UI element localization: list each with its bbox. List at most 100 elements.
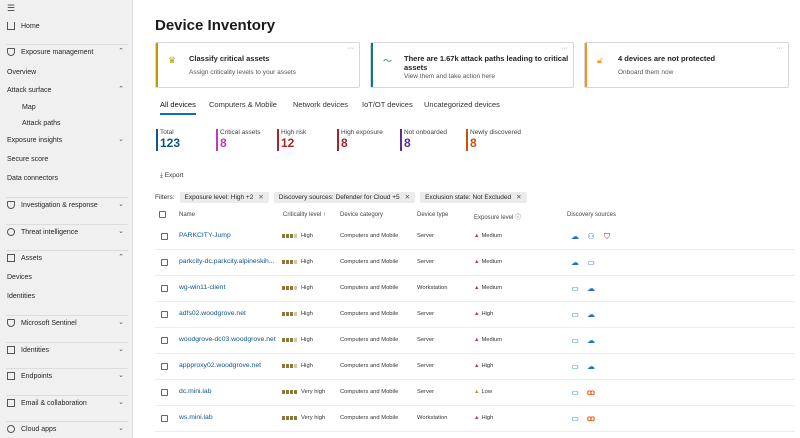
tab-iot-ot-devices[interactable]: IoT/OT devices [362,100,413,109]
hamburger-icon[interactable]: ☰ [7,3,15,14]
row-checkbox[interactable] [161,415,168,422]
device-name-link[interactable]: wg-win11-client [179,284,284,291]
sidebar-item-devices[interactable]: Devices [0,270,132,284]
stat-newly-discovered[interactable]: Newly discovered 8 [466,129,521,151]
stat-critical-assets[interactable]: Critical assets 8 [216,129,260,151]
cloud-icon: ☁ [571,232,579,241]
export-button[interactable]: ⤓ Export [160,172,183,180]
stat-label: High risk [281,129,307,136]
sidebar-item-map[interactable]: Map [0,100,132,114]
more-options-icon[interactable]: ··· [776,45,783,52]
more-options-icon[interactable]: ··· [561,45,568,52]
tab-uncategorized-devices[interactable]: Uncategorized devices [424,100,500,109]
select-all-checkbox[interactable] [159,211,166,218]
stat-high-risk[interactable]: High risk 12 [277,129,306,151]
sidebar-item-data-connectors[interactable]: Data connectors [0,171,132,185]
table-row[interactable]: ws.mini.lab Very high Computers and Mobile… [155,406,795,432]
table-row[interactable]: woodgrove-dc03.woodgrove.net High Computer… [155,328,795,354]
exposure-label: Medium [481,337,503,343]
sidebar-item-cloud-apps[interactable]: Cloud apps ⌄ [0,422,132,436]
chevron-down-icon[interactable]: ⌄ [118,371,124,379]
chevron-up-icon[interactable]: ⌃ [118,47,124,55]
chevron-up-icon[interactable]: ⌃ [118,253,124,261]
row-checkbox[interactable] [161,337,168,344]
stat-high-exposure[interactable]: High exposure 8 [337,129,383,151]
close-icon[interactable]: ✕ [405,193,410,201]
column-exposure-level[interactable]: Exposure level ⓘ [474,212,521,221]
sidebar-item-email-collaboration[interactable]: Email & collaboration ⌄ [0,396,132,410]
filter-chip-exclusion[interactable]: Exclusion state: Not Excluded ✕ [420,191,527,203]
chevron-down-icon[interactable]: ⌄ [118,318,124,326]
sidebar-item-label: Endpoints [21,372,53,380]
table-row[interactable]: wg-win11-client High Computers and Mobile W… [155,276,795,302]
card-title: Classify critical assets [189,54,270,63]
table-row[interactable]: dc.mini.lab Very high Computers and Mobile… [155,380,795,406]
chevron-down-icon[interactable]: ⌄ [118,345,124,353]
device-name-link[interactable]: ws.mini.lab [179,414,284,421]
device-name-link[interactable]: dc.mini.lab [179,388,284,395]
chevron-up-icon[interactable]: ⌃ [118,85,124,93]
row-checkbox[interactable] [161,389,168,396]
sidebar-item-attack-surface[interactable]: Attack surface ⌃ [0,83,132,97]
sidebar-item-assets[interactable]: Assets ⌃ [0,251,132,265]
card-unprotected-devices[interactable]: 🔓︎ 4 devices are not protected Onboard t… [584,42,789,88]
sidebar-item-home[interactable]: Home [0,19,132,33]
sidebar-item-threat-intelligence[interactable]: Threat intelligence ⌄ [0,225,132,239]
device-name-link[interactable]: PARKCITY-Jump [179,232,284,239]
row-checkbox[interactable] [161,285,168,292]
sidebar-item-secure-score[interactable]: Secure score [0,152,132,166]
card-subtitle: View them and take action here [404,73,495,80]
sidebar-item-identities[interactable]: Identities ⌄ [0,343,132,357]
row-checkbox[interactable] [161,363,168,370]
criticality-cell: High [282,259,313,265]
table-row[interactable]: appproxy02.woodgrove.net High Computers an… [155,354,795,380]
chevron-down-icon[interactable]: ⌄ [118,227,124,235]
chevron-down-icon[interactable]: ⌄ [118,135,124,143]
chevron-down-icon[interactable]: ⌄ [118,398,124,406]
sidebar-item-exposure-management[interactable]: Exposure management ⌃ [0,45,132,59]
column-discovery-sources[interactable]: Discovery sources [567,212,616,218]
chevron-down-icon[interactable]: ⌄ [118,200,124,208]
filter-chip-discovery[interactable]: Discovery sources: Defender for Cloud +5… [273,191,416,203]
device-name-link[interactable]: adfs02.woodgrove.net [179,310,284,317]
device-category-cell: Computers and Mobile [340,259,399,265]
sidebar-item-attack-paths[interactable]: Attack paths [0,116,132,130]
table-row[interactable]: adfs02.woodgrove.net High Computers and Mo… [155,302,795,328]
close-icon[interactable]: ✕ [258,193,263,201]
column-name[interactable]: Name [179,212,195,218]
close-icon[interactable]: ✕ [516,193,521,201]
sidebar-item-exposure-insights[interactable]: Exposure insights ⌄ [0,133,132,147]
sidebar-item-identities[interactable]: Identities [0,289,132,303]
stat-value: 8 [470,136,477,150]
tab-computers-mobile[interactable]: Computers & Mobile [209,100,277,109]
tab-all-devices[interactable]: All devices [160,100,196,115]
filter-chip-exposure[interactable]: Exposure level: High +2 ✕ [179,191,269,203]
row-checkbox[interactable] [161,259,168,266]
warning-icon: ▲ [474,337,480,343]
table-row[interactable]: parkcity-dc.parkcity.alpineskih... High Co… [155,250,795,276]
card-attack-paths[interactable]: 〜 There are 1.67k attack paths leading t… [370,42,574,88]
column-device-category[interactable]: Device category [340,212,383,218]
device-name-link[interactable]: woodgrove-dc03.woodgrove.net [179,336,284,343]
discovery-sources-cell: ▭ ꝏ [570,414,602,423]
more-options-icon[interactable]: ··· [347,45,354,52]
sidebar-item-label: Threat intelligence [21,228,79,236]
device-name-link[interactable]: parkcity-dc.parkcity.alpineskih... [179,258,284,265]
stat-not-onboarded[interactable]: Not onboarded 8 [400,129,447,151]
criticality-label: High [301,311,313,317]
column-criticality[interactable]: Criticality level ↑ [283,212,326,218]
table-row[interactable]: PARKCITY-Jump High Computers and Mobile Ser… [155,224,795,250]
chevron-down-icon[interactable]: ⌄ [118,424,124,432]
row-checkbox[interactable] [161,311,168,318]
sidebar-item-investigation-response[interactable]: Investigation & response ⌄ [0,198,132,212]
column-device-type[interactable]: Device type [417,212,448,218]
device-name-link[interactable]: appproxy02.woodgrove.net [179,362,284,369]
sidebar-item-endpoints[interactable]: Endpoints ⌄ [0,369,132,383]
stat-total[interactable]: Total 123 [156,129,180,151]
row-checkbox[interactable] [161,233,168,240]
tab-network-devices[interactable]: Network devices [293,100,348,109]
sidebar-item-overview[interactable]: Overview [0,65,132,79]
card-classify-assets[interactable]: ♛ Classify critical assets Assign critic… [155,42,360,88]
filters-label: Filters: [155,193,175,201]
sidebar-item-microsoft-sentinel[interactable]: Microsoft Sentinel ⌄ [0,316,132,330]
